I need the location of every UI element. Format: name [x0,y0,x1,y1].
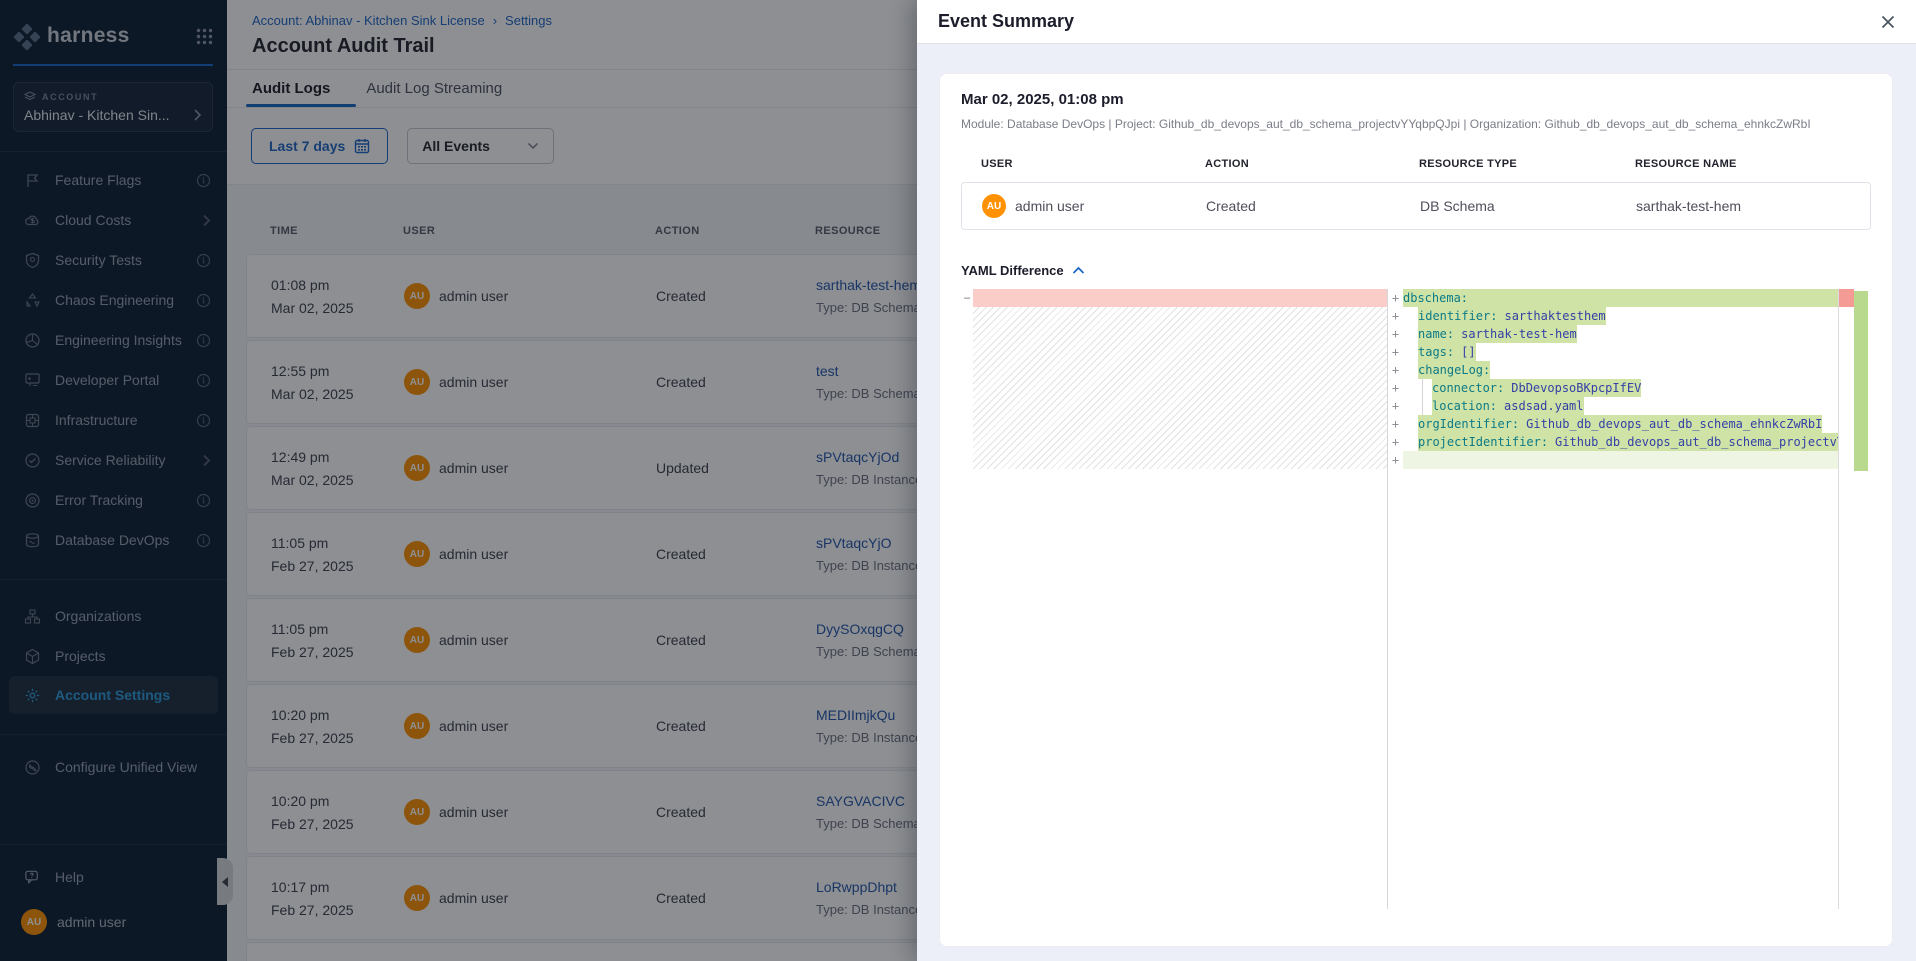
yaml-difference-label: YAML Difference [961,263,1064,278]
column-header-action: ACTION [1205,158,1419,170]
close-icon[interactable] [1881,15,1895,29]
diff-added-line: location:asdsad.yaml [1403,397,1838,415]
diff-added-empty-line [1403,451,1838,469]
diff-added-overview [1854,289,1868,909]
diff-empty-hatch [973,307,1387,469]
event-meta: Module: Database DevOps | Project: Githu… [961,117,1871,131]
event-timestamp: Mar 02, 2025, 01:08 pm [961,91,1871,108]
diff-added-line: name:sarthak-test-hem [1403,325,1838,343]
chevron-up-icon[interactable] [1072,266,1085,275]
diff-added-gutter: + + + + + + + + + + [1388,289,1403,909]
diff-added-line: projectIdentifier:Github_db_devops_aut_d… [1403,433,1838,451]
drawer-header: Event Summary [917,0,1916,44]
column-header-resource-name: RESOURCE NAME [1635,158,1871,170]
diff-added-line: connector:DbDevopsoBKpcpIfEV [1403,379,1838,397]
event-table-row: AU admin user Created DB Schema sarthak-… [961,182,1871,230]
diff-added-line: identifier:sarthaktesthem [1403,307,1838,325]
diff-right-pane: dbschema: identifier:sarthaktesthem name… [1403,289,1839,909]
yaml-diff-viewer: − + + + + + + + + + + dbschema: ident [961,289,1871,909]
diff-added-line: orgIdentifier:Github_db_devops_aut_db_sc… [1403,415,1838,433]
diff-added-marker-bar [1854,291,1868,471]
column-header-user: USER [981,158,1205,170]
user-avatar: AU [982,194,1006,218]
diff-added-line: dbschema: [1403,289,1838,307]
diff-overview-track [1839,289,1854,909]
event-table-header: USER ACTION RESOURCE TYPE RESOURCE NAME [961,158,1871,170]
diff-removed-line [973,289,1387,307]
diff-added-line: tags:[] [1403,343,1838,361]
diff-removed-gutter: − [961,289,973,909]
event-card: Mar 02, 2025, 01:08 pm Module: Database … [939,73,1893,947]
diff-left-pane [973,289,1387,909]
removed-marker: − [961,289,973,307]
diff-removed-marker-bar [1839,289,1854,307]
event-summary-drawer: Event Summary Mar 02, 2025, 01:08 pm Mod… [917,0,1916,961]
drawer-title: Event Summary [938,11,1074,32]
column-header-resource-type: RESOURCE TYPE [1419,158,1635,170]
diff-added-line: changeLog: [1403,361,1838,379]
